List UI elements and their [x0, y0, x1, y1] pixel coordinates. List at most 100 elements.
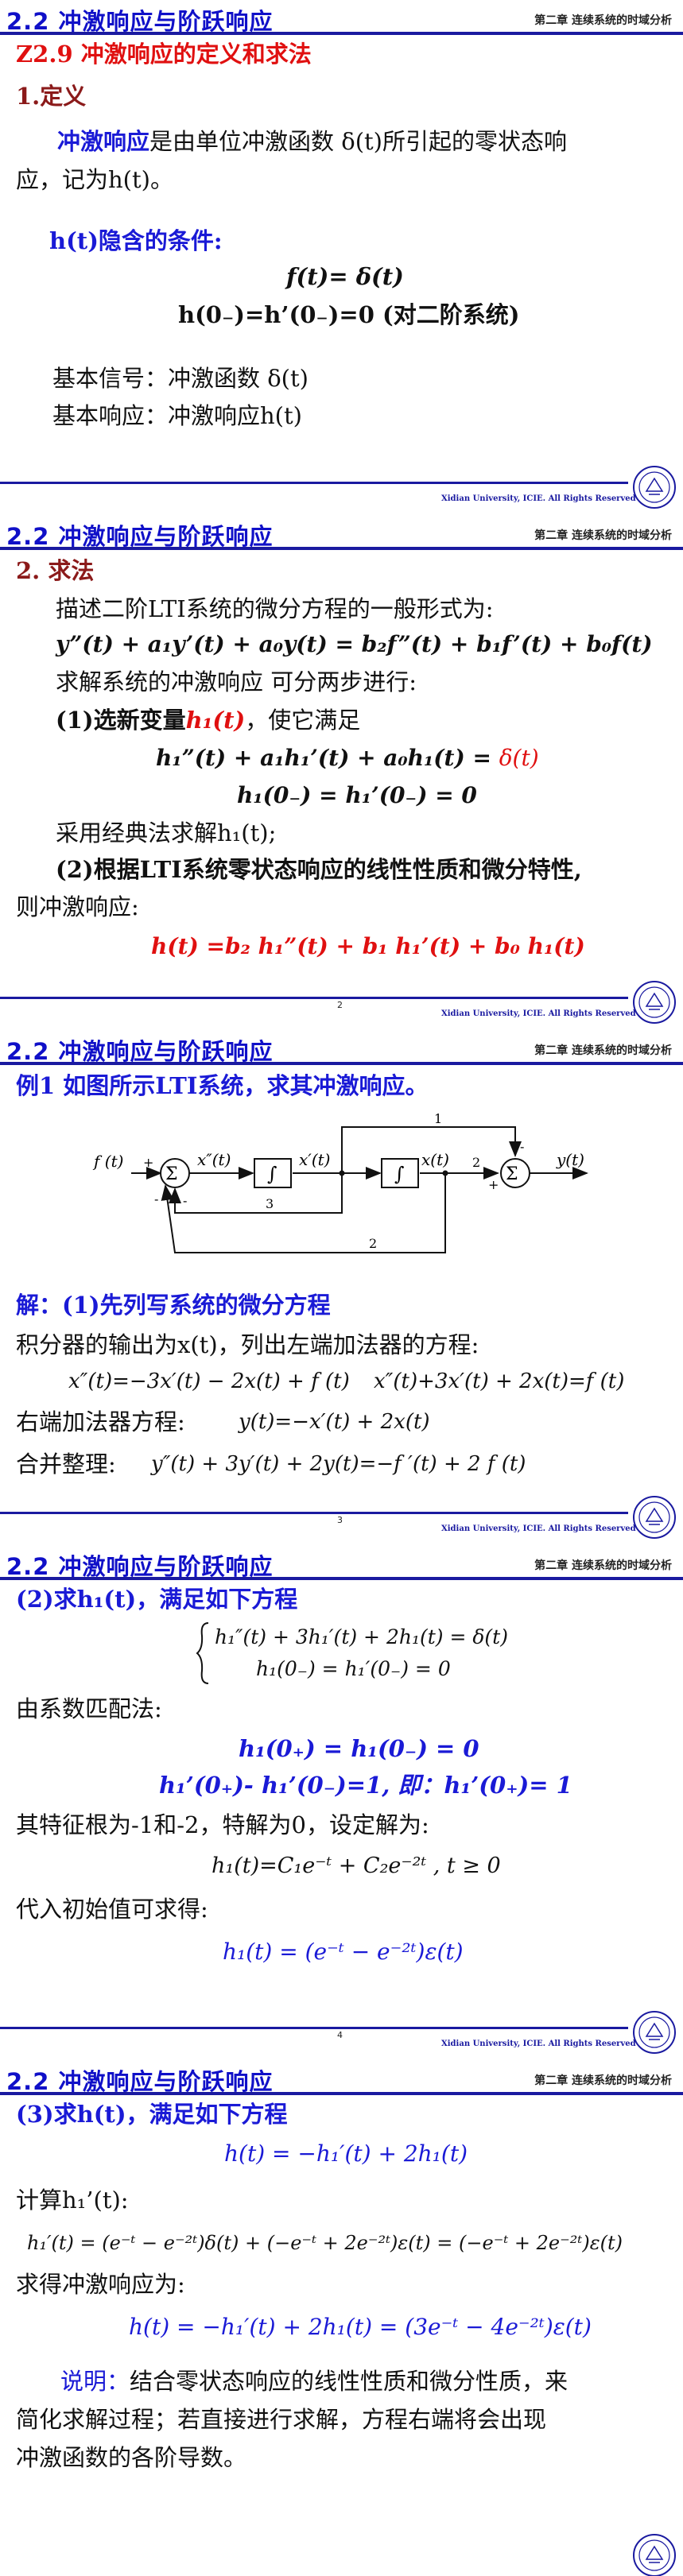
basic-signal-line: 基本信号：冲激函数 δ(t) [52, 365, 309, 392]
hidden-conditions-title: h(t)隐含的条件: [49, 227, 223, 254]
x0-label: x(t) [421, 1150, 449, 1169]
header-chapter: 第二章 连续系统的时域分析 [534, 14, 672, 27]
x1-label: x′(t) [299, 1150, 330, 1169]
step-title: (3)求h(t)，满足如下方程 [16, 2101, 288, 2128]
left-adder-equation-rearranged: x″(t)+3x′(t) + 2x(t)=f (t) [374, 1369, 625, 1393]
text-line: 则冲激响应: [16, 893, 139, 920]
university-seal-icon [633, 466, 676, 509]
gain-2-label: 2 [472, 1155, 480, 1170]
text-line: 代入初始值可求得: [16, 1896, 208, 1923]
footer-rule [0, 482, 628, 484]
text-line: 其特征根为-1和-2，特解为0，设定解为: [16, 1811, 429, 1838]
h1-solution: h₁(t) = (e⁻ᵗ − e⁻²ᵗ)ε(t) [223, 1939, 464, 1965]
text-line: 求解系统的冲激响应 可分两步进行: [56, 668, 417, 695]
sum-symbol: Σ [165, 1164, 178, 1184]
slide-header: 2.2 冲激响应与阶跃响应 第二章 连续系统的时域分析 [0, 1545, 683, 1580]
page-number: 4 [337, 2030, 343, 2040]
university-seal-icon [633, 2534, 676, 2576]
text-line: 右端加法器方程: [16, 1408, 185, 1435]
sum-symbol: Σ [506, 1164, 518, 1184]
text-line: 由系数匹配法: [16, 1695, 162, 1722]
text-line: 采用经典法求解h₁(t); [56, 819, 277, 846]
header-rule [0, 1062, 683, 1065]
slide-header: 2.2 冲激响应与阶跃响应 第二章 连续系统的时域分析 [0, 515, 683, 550]
note-label: 说明： [60, 2368, 130, 2395]
combined-ode: y″(t) + 3y′(t) + 2y(t)=−f ′(t) + 2 f (t) [151, 1452, 526, 1476]
university-seal-icon [633, 981, 676, 1024]
university-seal-icon [633, 2011, 676, 2054]
text-line: 合并整理: [16, 1451, 116, 1478]
impulse-response-result: h(t) = −h₁′(t) + 2h₁(t) = (3e⁻ᵗ − 4e⁻²ᵗ)… [129, 2314, 592, 2340]
h1-initial-conditions: h₁(0₋) = h₁’(0₋) = 0 [237, 782, 477, 808]
step-1-text: (1)选新变量 [56, 707, 186, 734]
footer-copyright: Xidian University, ICIE. All Rights Rese… [441, 1524, 636, 1533]
plus-sign: + [488, 1177, 499, 1192]
section-title: Z2.9 冲激响应的定义和求法 [16, 41, 312, 68]
header-chapter: 第二章 连续系统的时域分析 [534, 1044, 672, 1057]
new-variable: h₁(t) [185, 707, 246, 734]
condition-equation-2: h(0₋)=h’(0₋)=0 (对二阶系统) [178, 301, 520, 328]
integrator-symbol: ∫ [394, 1163, 405, 1185]
solution-title: 解：(1)先列写系统的微分方程 [16, 1292, 331, 1319]
subsection-title: 1.定义 [16, 83, 87, 110]
impulse-response-formula: h(t) =b₂ h₁”(t) + b₁ h₁’(t) + b₀ h₁(t) [151, 933, 585, 959]
h1-equation-lhs: h₁”(t) + a₁h₁’(t) + a₀h₁(t) = [156, 745, 499, 771]
gain-2: 2 [369, 1236, 377, 1251]
left-adder-equation: x″(t)=−3x′(t) − 2x(t) + f (t) [68, 1369, 350, 1393]
note-line-3: 冲激函数的各阶导数。 [16, 2444, 247, 2471]
system-equation-2: h₁(0₋) = h₁′(0₋) = 0 [256, 1657, 451, 1680]
minus-sign: - [154, 1191, 158, 1207]
gain-1: 1 [434, 1111, 442, 1126]
subsection-title: 2. 求法 [16, 557, 95, 584]
slide-4: 2.2 冲激响应与阶跃响应 第二章 连续系统的时域分析 (2)求h₁(t)，满足… [0, 1545, 683, 2060]
minus-sign: - [520, 1139, 524, 1154]
footer-copyright: Xidian University, ICIE. All Rights Rese… [441, 494, 636, 503]
basic-response-line: 基本响应：冲激响应h(t) [52, 402, 302, 429]
text-line: 描述二阶LTI系统的微分方程的一般形式为: [56, 595, 494, 622]
header-rule [0, 32, 683, 35]
h-relation: h(t) = −h₁′(t) + 2h₁(t) [224, 2140, 468, 2167]
header-rule [0, 2092, 683, 2095]
definition-text: 是由单位冲激函数 δ(t)所引起的零状态响 [149, 128, 567, 155]
header-chapter: 第二章 连续系统的时域分析 [534, 2074, 672, 2087]
input-label: f (t) [92, 1152, 123, 1171]
term-impulse-response: 冲激响应 [57, 128, 150, 155]
system-equation-1: h₁″(t) + 3h₁′(t) + 2h₁(t) = δ(t) [215, 1625, 508, 1648]
h1-equation-rhs: δ(t) [499, 745, 539, 771]
general-solution: h₁(t)=C₁e⁻ᵗ + C₂e⁻²ᵗ , t ≥ 0 [211, 1854, 501, 1878]
university-seal-icon [633, 1496, 676, 1539]
minus-sign: - [183, 1193, 187, 1208]
footer-copyright: Xidian University, ICIE. All Rights Rese… [441, 1009, 636, 1018]
slide-2: 2.2 冲激响应与阶跃响应 第二章 连续系统的时域分析 2. 求法 描述二阶LT… [0, 515, 683, 1030]
example-line: 例1 如图所示LTI系统，求其冲激响应。 [16, 1071, 428, 1100]
text-line: 求得冲激响应为: [16, 2271, 185, 2298]
h1-equation: h₁”(t) + a₁h₁’(t) + a₀h₁(t) = δ(t) [156, 744, 539, 773]
step-title: (2)求h₁(t)，满足如下方程 [16, 1586, 298, 1613]
note-line-2: 简化求解过程；若直接进行求解，方程右端将会出现 [16, 2406, 547, 2433]
step-1-suffix: ，使它满足 [245, 707, 361, 734]
definition-line-2: 应，记为h(t)。 [16, 166, 173, 193]
step-2-line: (2)根据LTI系统零状态响应的线性性质和微分特性, [56, 856, 582, 883]
integrator-symbol: ∫ [267, 1163, 277, 1185]
slide-header: 2.2 冲激响应与阶跃响应 第二章 连续系统的时域分析 [0, 1030, 683, 1065]
page-number: 2 [337, 1000, 343, 1010]
footer-rule [0, 1512, 628, 1514]
step-1-line: (1)选新变量h₁(t)，使它满足 [56, 706, 360, 734]
plus-sign: + [143, 1155, 153, 1170]
h1-derivative: h₁′(t) = (e⁻ᵗ − e⁻²ᵗ)δ(t) + (−e⁻ᵗ + 2e⁻²… [27, 2232, 623, 2254]
example-title: 例1 如图所示LTI系统，求其冲激响应。 [16, 1072, 429, 1099]
slide-header: 2.2 冲激响应与阶跃响应 第二章 连续系统的时域分析 [0, 2060, 683, 2095]
footer-rule [0, 2027, 628, 2029]
slide-header: 2.2 冲激响应与阶跃响应 第二章 连续系统的时域分析 [0, 0, 683, 35]
slide-5: 2.2 冲激响应与阶跃响应 第二章 连续系统的时域分析 (3)求h(t)，满足如… [0, 2060, 683, 2576]
general-ode: y”(t) + a₁y’(t) + a₀y(t) = b₂f”(t) + b₁f… [56, 631, 653, 657]
header-chapter: 第二章 连续系统的时域分析 [534, 1559, 672, 1572]
compute-label: 计算h₁’(t): [16, 2187, 129, 2214]
system-brace-icon [196, 1622, 209, 1684]
initial-value-2: h₁’(0₊)- h₁’(0₋)=1, 即：h₁’(0₊)= 1 [159, 1772, 572, 1799]
definition-line-1: 冲激响应是由单位冲激函数 δ(t)所引起的零状态响 [57, 127, 567, 156]
footer-copyright: Xidian University, ICIE. All Rights Rese… [441, 2039, 636, 2048]
slide-3: 2.2 冲激响应与阶跃响应 第二章 连续系统的时域分析 例1 如图所示LTI系统… [0, 1030, 683, 1545]
note-text: 结合零状态响应的线性性质和微分性质，来 [130, 2368, 569, 2395]
x2-label: x″(t) [197, 1150, 231, 1169]
